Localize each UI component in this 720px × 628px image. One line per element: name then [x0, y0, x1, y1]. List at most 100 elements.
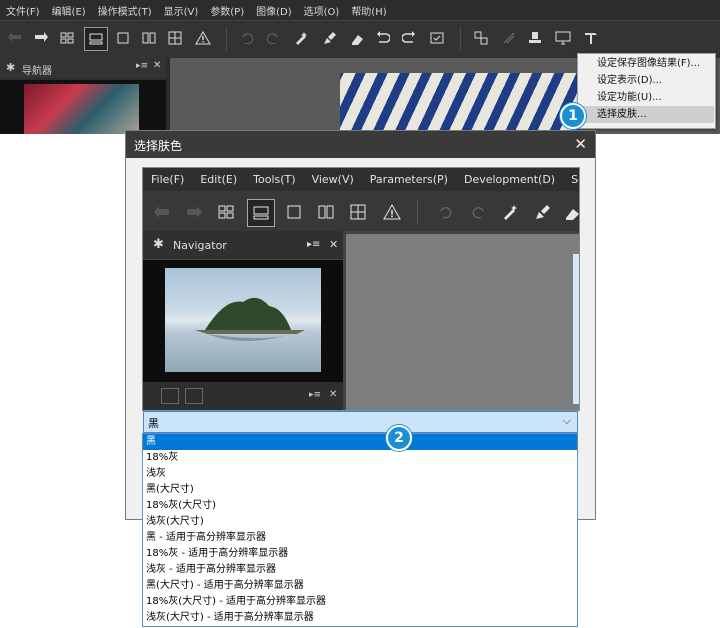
auto-adjust-icon[interactable]	[290, 27, 312, 49]
bg-menu-help[interactable]: 帮助(H)	[345, 3, 392, 18]
bg-menubar: 文件(F) 编辑(E) 操作模式(T) 显示(V) 参数(P) 图像(D) 选项…	[0, 0, 720, 20]
skin-option[interactable]: 黑(大尺寸)	[143, 482, 577, 498]
preview-panel-close-icon: ✕	[329, 238, 339, 251]
preview-canvas	[346, 234, 579, 410]
menu-item-display-settings[interactable]: 设定表示(D)...	[579, 72, 714, 89]
bg-menu-view[interactable]: 显示(V)	[158, 3, 205, 18]
bg-menu-file[interactable]: 文件(F)	[0, 3, 46, 18]
preview-auto-adjust-icon	[497, 199, 523, 225]
preview-panel-close-icon-2: ✕	[329, 389, 338, 400]
preview-back-arrow-icon	[149, 199, 175, 225]
preview-panel-menu-icon: ▸≡	[307, 239, 321, 250]
preview-menu-development: Development(D)	[463, 173, 556, 186]
skin-options-list: 黑 18%灰 浅灰 黑(大尺寸) 18%灰(大尺寸) 浅灰(大尺寸) 黑 - 适…	[142, 433, 578, 627]
skin-option[interactable]: 浅灰(大尺寸)	[143, 514, 577, 530]
preview-forward-arrow-icon	[181, 199, 207, 225]
bg-menu-edit[interactable]: 编辑(E)	[46, 3, 92, 18]
preview-brush-icon	[529, 199, 555, 225]
bg-navigator-thumbnail	[0, 80, 166, 134]
preview-folder-icon	[161, 388, 179, 404]
preview-panel-menu-icon-2: ▸≡	[309, 390, 322, 400]
undo-icon[interactable]	[236, 27, 258, 49]
preview-menu-edit: Edit(E)	[200, 173, 238, 186]
checkbox-icon[interactable]	[426, 27, 448, 49]
chevron-down-icon[interactable]: ⌵	[563, 414, 571, 428]
preview-navigator-thumbnail	[143, 260, 343, 382]
skin-option[interactable]: 18%灰	[143, 450, 577, 466]
preview-toolbar-divider	[417, 199, 418, 225]
preview-menu-file: File(F)	[151, 173, 185, 186]
batch-icon[interactable]	[498, 27, 520, 49]
panel-menu-icon[interactable]: ▸≡	[136, 61, 148, 71]
quad-view-icon[interactable]	[164, 27, 186, 49]
forward-arrow-icon[interactable]	[30, 27, 52, 49]
preview-menu-settings: Setti	[571, 173, 579, 186]
preview-quad-view-icon	[345, 199, 371, 225]
skin-option[interactable]: 18%灰 - 适用于高分辨率显示器	[143, 546, 577, 562]
bg-navigator-title: 导航器	[22, 66, 52, 77]
pin-icon[interactable]: ✱	[6, 61, 15, 74]
skin-option[interactable]: 浅灰(大尺寸) - 适用于高分辨率显示器	[143, 610, 577, 626]
preview-warning-icon	[379, 199, 405, 225]
close-icon[interactable]: ✕	[574, 135, 587, 153]
redo-icon[interactable]	[262, 27, 284, 49]
bg-menu-image[interactable]: 图像(D)	[250, 3, 298, 18]
warning-icon[interactable]	[192, 27, 214, 49]
rotate-right-icon[interactable]	[398, 27, 420, 49]
preview-grid-view-icon	[213, 199, 239, 225]
preview-menubar: File(F) Edit(E) Tools(T) View(V) Paramet…	[143, 168, 579, 191]
grid-view-icon[interactable]	[56, 27, 78, 49]
preview-pin-icon: ✱	[153, 237, 164, 252]
callout-2: 2	[386, 425, 412, 451]
menu-item-save-settings[interactable]: 设定保存图像结果(F)...	[579, 55, 714, 72]
monitor-icon[interactable]	[552, 27, 574, 49]
preview-navigator-header: ✱ Navigator ▸≡ ✕	[143, 231, 343, 259]
preview-menu-view: View(V)	[311, 173, 354, 186]
back-arrow-icon[interactable]	[4, 27, 26, 49]
dialog-titlebar: 选择肤色 ✕	[126, 131, 595, 158]
skin-option[interactable]: 黑	[143, 434, 577, 450]
skin-select-dropdown[interactable]: 黑 ⌵	[143, 411, 578, 433]
preview-panel-bottom: ▸≡ ✕	[143, 382, 343, 410]
preview-compare-view-icon	[313, 199, 339, 225]
dialog-title: 选择肤色	[134, 139, 183, 153]
preview-redo-icon	[465, 199, 491, 225]
filmstrip-view-icon[interactable]	[84, 27, 108, 51]
skin-option[interactable]: 浅灰 - 适用于高分辨率显示器	[143, 562, 577, 578]
preview-undo-icon	[433, 199, 459, 225]
bg-menu-mode[interactable]: 操作模式(T)	[92, 3, 158, 18]
panel-close-icon[interactable]: ✕	[153, 60, 161, 71]
skin-option[interactable]: 18%灰(大尺寸) - 适用于高分辨率显示器	[143, 594, 577, 610]
preview-toolbar	[143, 191, 579, 231]
skin-option[interactable]: 黑 - 适用于高分辨率显示器	[143, 530, 577, 546]
skin-option[interactable]: 18%灰(大尺寸)	[143, 498, 577, 514]
bg-navigator-header: ✱ 导航器 ▸≡ ✕	[0, 58, 166, 78]
preview-eraser-icon	[559, 199, 579, 225]
eraser-icon[interactable]	[346, 27, 368, 49]
thumbnail-photo	[24, 84, 139, 134]
skin-select-value: 黑	[148, 417, 159, 430]
settings-context-menu: 设定保存图像结果(F)... 设定表示(D)... 设定功能(U)... 选择皮…	[577, 53, 716, 129]
callout-1: 1	[560, 103, 586, 129]
preview-single-view-icon	[281, 199, 307, 225]
bg-photo-preview	[340, 73, 580, 134]
brush-icon[interactable]	[318, 27, 340, 49]
preview-canvas-edge	[573, 254, 579, 404]
rotate-left-icon[interactable]	[372, 27, 394, 49]
bg-menu-params[interactable]: 参数(P)	[204, 3, 250, 18]
preview-file-icon	[185, 388, 203, 404]
compare-view-icon[interactable]	[138, 27, 160, 49]
menu-item-function-settings[interactable]: 设定功能(U)...	[579, 89, 714, 106]
menu-item-select-skin[interactable]: 选择皮肤...	[579, 106, 714, 123]
skin-option[interactable]: 浅灰	[143, 466, 577, 482]
preview-filmstrip-view-icon	[247, 199, 275, 227]
toolbar-divider	[226, 27, 227, 51]
process-icon[interactable]	[470, 27, 492, 49]
skin-preview: File(F) Edit(E) Tools(T) View(V) Paramet…	[142, 167, 580, 411]
preview-menu-parameters: Parameters(P)	[369, 173, 448, 186]
stamp-icon[interactable]	[524, 27, 546, 49]
skin-option[interactable]: 黑(大尺寸) - 适用于高分辨率显示器	[143, 578, 577, 594]
bg-menu-options[interactable]: 选项(O)	[298, 3, 346, 18]
settings-hammer-icon[interactable]	[580, 27, 602, 49]
single-view-icon[interactable]	[112, 27, 134, 49]
